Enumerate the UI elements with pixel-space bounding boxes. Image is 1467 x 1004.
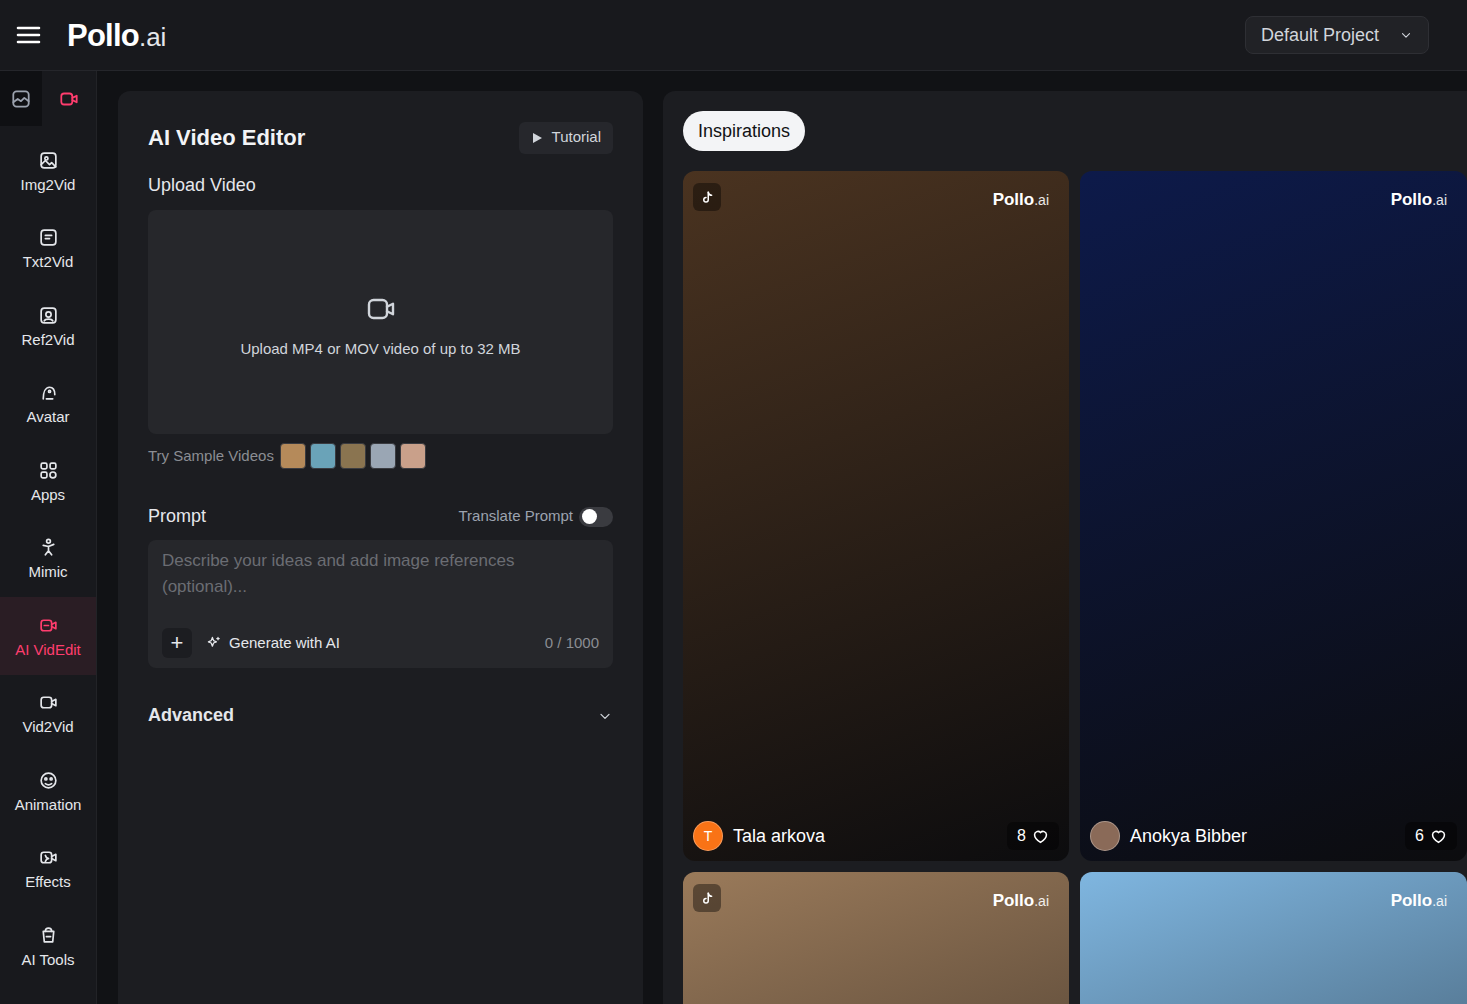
sidebar-item[interactable]: Img2Vid: [0, 132, 96, 210]
char-counter: 0 / 1000: [545, 632, 599, 655]
card-footer: T Tala arkova 8: [693, 821, 1059, 851]
sidebar-tab[interactable]: [42, 71, 96, 126]
sidebar-item[interactable]: Animation: [0, 752, 96, 830]
sidebar-item[interactable]: Avatar: [0, 365, 96, 443]
sidebar-item[interactable]: AI VidEdit: [0, 597, 96, 675]
sidebar-tab[interactable]: [0, 71, 42, 126]
card-footer: Anokya Bibber 6: [1090, 821, 1457, 851]
tiktok-icon: [700, 190, 715, 205]
heart-icon: [1032, 828, 1049, 845]
generate-button[interactable]: Generate with AI: [206, 632, 340, 655]
tool-icon: [38, 847, 59, 868]
watermark: Pollo.ai: [1391, 191, 1447, 208]
tool-icon: [38, 692, 59, 713]
tool-icon: [38, 615, 59, 636]
video-camera-icon: [366, 294, 396, 324]
menu-icon[interactable]: [16, 25, 41, 45]
chevron-icon: [597, 708, 613, 724]
author-avatar: T: [693, 821, 723, 851]
tool-icon: [38, 150, 59, 171]
tool-icon: [38, 227, 59, 248]
inspirations-panel: InspirationsPollo.aiTTala arkova8Pollo.a…: [663, 91, 1467, 1004]
author-avatar: [1090, 821, 1120, 851]
watermark: Pollo.ai: [993, 191, 1049, 208]
upload-label: Upload Video: [148, 172, 613, 199]
sidebar: Img2VidTxt2VidRef2VidAvatarAppsMimicAI V…: [0, 71, 97, 1004]
sidebar-tabs: [0, 71, 96, 126]
sidebar-item[interactable]: Effects: [0, 830, 96, 908]
heart-icon: [1430, 828, 1447, 845]
tool-icon: [38, 537, 59, 558]
tool-icon: [38, 925, 59, 946]
like-count[interactable]: 6: [1405, 822, 1457, 850]
logo[interactable]: Pollo.ai: [67, 20, 166, 51]
translate-label: Translate Prompt: [459, 505, 574, 528]
workspace: AI Video Editor Tutorial Upload Video Uploa…: [97, 71, 1467, 1004]
tool-icon: [38, 460, 59, 481]
inspiration-card[interactable]: Pollo.ai: [1080, 872, 1467, 1004]
tiktok-icon: [700, 891, 715, 906]
sample-thumbnail[interactable]: [370, 443, 396, 469]
inspiration-card[interactable]: Pollo.ai: [683, 872, 1069, 1004]
inspirations-tab[interactable]: Inspirations: [683, 111, 805, 151]
tiktok-badge: [693, 183, 721, 211]
author-name[interactable]: Tala arkova: [733, 823, 825, 850]
add-button[interactable]: +: [162, 628, 192, 658]
tiktok-badge: [693, 884, 721, 912]
sidebar-item[interactable]: Vid2Vid: [0, 675, 96, 753]
tool-icon: [38, 382, 59, 403]
tutorial-button[interactable]: Tutorial: [519, 122, 613, 154]
sample-thumbnail[interactable]: [310, 443, 336, 469]
video-icon: [58, 88, 80, 110]
sidebar-item[interactable]: Txt2Vid: [0, 210, 96, 288]
watermark: Pollo.ai: [993, 892, 1049, 909]
image-icon: [10, 88, 32, 110]
prompt-input[interactable]: [162, 548, 599, 628]
editor-title: AI Video Editor: [148, 121, 305, 154]
prompt-label: Prompt: [148, 503, 206, 530]
like-count[interactable]: 8: [1007, 822, 1059, 850]
sidebar-item[interactable]: Mimic: [0, 520, 96, 598]
project-dropdown[interactable]: Default Project: [1245, 16, 1429, 54]
prompt-box: + Generate with AI 0 / 1000: [148, 540, 613, 668]
author-name[interactable]: Anokya Bibber: [1130, 823, 1247, 850]
sample-thumbnail[interactable]: [280, 443, 306, 469]
tool-icon: [38, 305, 59, 326]
sample-thumbnail[interactable]: [340, 443, 366, 469]
upload-dropzone[interactable]: Upload MP4 or MOV video of up to 32 MB: [148, 210, 613, 434]
sample-videos: Try Sample Videos: [148, 443, 613, 469]
inspiration-card[interactable]: Pollo.ai T Tala arkova 8: [683, 171, 1069, 861]
advanced-toggle[interactable]: Advanced: [148, 702, 613, 729]
sample-thumbnail[interactable]: [400, 443, 426, 469]
chevron-down-icon: [1399, 28, 1413, 42]
translate-toggle[interactable]: [579, 507, 613, 527]
play-icon: [531, 132, 543, 144]
watermark: Pollo.ai: [1391, 892, 1447, 909]
inspiration-card[interactable]: Pollo.ai Anokya Bibber 6: [1080, 171, 1467, 861]
sidebar-item[interactable]: Ref2Vid: [0, 287, 96, 365]
editor-panel: AI Video Editor Tutorial Upload Video Uploa…: [118, 91, 643, 1004]
sidebar-item[interactable]: Apps: [0, 442, 96, 520]
sparkle-icon: [206, 635, 222, 651]
tool-icon: [38, 770, 59, 791]
top-bar: Pollo.ai Default Project: [0, 0, 1467, 71]
sidebar-item[interactable]: AI Tools: [0, 907, 96, 985]
